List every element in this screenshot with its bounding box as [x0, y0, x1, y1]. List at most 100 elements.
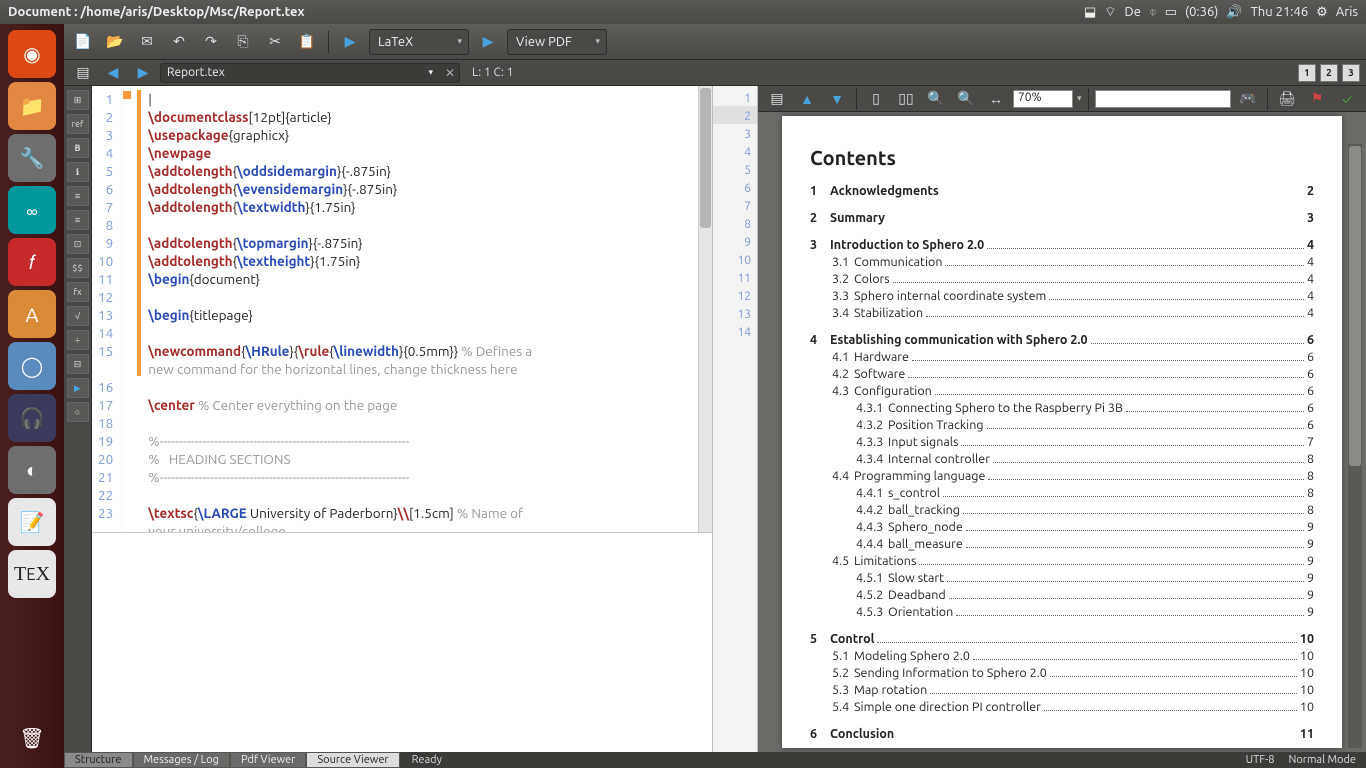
status-encoding: UTF-8 [1246, 754, 1275, 766]
status-mode: Normal Mode [1288, 754, 1356, 766]
redo-icon[interactable]: ↷ [198, 29, 224, 55]
sidebar-btn[interactable]: $$ [67, 258, 89, 278]
window-title: Document : /home/aris/Desktop/Msc/Report… [8, 5, 305, 19]
zoom-input[interactable]: 70% [1013, 90, 1073, 108]
bluetooth-icon[interactable]: ⌽ [1149, 5, 1157, 20]
pdf-page: Contents 1Acknowledgments22Summary33Intr… [782, 116, 1342, 748]
view-icon[interactable]: ▶ [475, 29, 501, 55]
system-tray: ⬓ ⌔ De ⌽ ▭ (0:36) 🔊 Thu 21:46 ⚙ Aris [1084, 4, 1358, 20]
battery-icon[interactable]: ▭ [1165, 5, 1177, 20]
paste-icon[interactable]: 📋 [294, 29, 320, 55]
settings-app-icon[interactable]: 🔧 [8, 134, 56, 182]
pdf-toolbar: ▤ ▲ ▼ ▯ ▯▯ 🔍 🔍 ↔ 70% ▾ 🎮 🖨 ⚑ ✓ [758, 86, 1366, 112]
software-icon[interactable]: A [8, 290, 56, 338]
editor-pane: 123456789101112131415 1617181920212223 |… [92, 86, 712, 752]
sidebar-btn[interactable]: ℹ [67, 162, 89, 182]
bookmark-1[interactable]: 1 [1298, 64, 1316, 82]
open-file-icon[interactable]: 📂 [102, 29, 128, 55]
arduino-icon[interactable]: ∞ [8, 186, 56, 234]
pdf-gamepad-icon[interactable]: 🎮 [1235, 86, 1261, 112]
copy-icon[interactable]: ⎘ [230, 29, 256, 55]
pdf-scrollbar[interactable] [1348, 144, 1362, 748]
code-editor[interactable]: | \documentclass[12pt]{article} \usepack… [142, 86, 698, 532]
sidebar-btn[interactable]: √ [67, 306, 89, 326]
pdf-fit-icon[interactable]: ↔ [983, 86, 1009, 112]
close-tab-icon[interactable]: ✕ [445, 66, 455, 80]
symbol-sidebar: ⊞ ref B ℹ ≡ ≡ ⊡ $$ fx √ ÷ ⊟ ▶ ○ [64, 86, 92, 752]
sidebar-btn[interactable]: ref [67, 114, 89, 134]
volume-icon[interactable]: 🔊 [1226, 5, 1242, 20]
main-toolbar: 📄 📂 ✉ ↶ ↷ ⎘ ✂ 📋 ▶ LaTeX ▶ View PDF [64, 24, 1366, 60]
clock[interactable]: Thu 21:46 [1251, 5, 1309, 19]
wifi-icon[interactable]: ⌔ [1104, 4, 1116, 20]
file-tab[interactable]: Report.tex ▾ ✕ [160, 63, 460, 83]
pdf-double-icon[interactable]: ▯▯ [893, 86, 919, 112]
pdf-down-icon[interactable]: ▼ [824, 86, 850, 112]
sidebar-btn[interactable]: ⊟ [67, 354, 89, 374]
texstudio-icon[interactable]: TEX [8, 550, 56, 598]
pdf-zoomin-icon[interactable]: 🔍 [953, 86, 979, 112]
status-bar: Structure Messages / Log Pdf Viewer Sour… [64, 752, 1366, 768]
undo-icon[interactable]: ↶ [166, 29, 192, 55]
trash-icon[interactable]: 🗑 [8, 714, 56, 762]
status-message: Ready [412, 754, 442, 766]
keyboard-layout[interactable]: De [1125, 5, 1141, 19]
dash-icon[interactable]: ◉ [8, 30, 56, 78]
dropbox-icon[interactable]: ⬓ [1084, 5, 1096, 20]
sidebar-btn[interactable]: ▶ [67, 378, 89, 398]
status-tab-pdfviewer[interactable]: Pdf Viewer [230, 752, 306, 768]
build-dropdown[interactable]: LaTeX [369, 29, 469, 55]
fritzing-icon[interactable]: 𝑓 [8, 238, 56, 286]
disk-icon[interactable]: ◐ [8, 446, 56, 494]
log-view[interactable] [92, 532, 712, 752]
chromium-icon[interactable]: ◯ [8, 342, 56, 390]
build-icon[interactable]: ▶ [337, 29, 363, 55]
bookmark-3[interactable]: 3 [1342, 64, 1360, 82]
pdf-toc-icon[interactable]: ▤ [764, 86, 790, 112]
pdf-pane: ▤ ▲ ▼ ▯ ▯▯ 🔍 🔍 ↔ 70% ▾ 🎮 🖨 ⚑ ✓ [758, 86, 1366, 752]
files-icon[interactable]: 📁 [8, 82, 56, 130]
cursor-position: L: 1 C: 1 [472, 66, 513, 79]
sidebar-btn[interactable]: fx [67, 282, 89, 302]
sidebar-btn[interactable]: B [67, 138, 89, 158]
pdf-single-icon[interactable]: ▯ [863, 86, 889, 112]
file-tab-label: Report.tex [167, 66, 225, 79]
pdf-viewport[interactable]: Contents 1Acknowledgments22Summary33Intr… [758, 112, 1366, 752]
tab-list-icon[interactable]: ▤ [70, 60, 96, 86]
pdf-up-icon[interactable]: ▲ [794, 86, 820, 112]
audacity-icon[interactable]: 🎧 [8, 394, 56, 442]
tab-prev-icon[interactable]: ◀ [100, 60, 126, 86]
sidebar-btn[interactable]: ⊞ [67, 90, 89, 110]
status-tab-messages[interactable]: Messages / Log [133, 752, 230, 768]
sidebar-btn[interactable]: ÷ [67, 330, 89, 350]
view-dropdown[interactable]: View PDF [507, 29, 607, 55]
sidebar-btn[interactable]: ≡ [67, 186, 89, 206]
fold-gutter [122, 86, 136, 532]
pdf-print-icon[interactable]: 🖨 [1274, 86, 1300, 112]
pdf-flag-icon[interactable]: ⚑ [1304, 86, 1330, 112]
unity-launcher: ◉ 📁 🔧 ∞ 𝑓 A ◯ 🎧 ◐ 📝 TEX 🗑 [0, 24, 64, 768]
sidebar-btn[interactable]: ≡ [67, 210, 89, 230]
sidebar-btn[interactable]: ○ [67, 402, 89, 422]
new-file-icon[interactable]: 📄 [70, 29, 96, 55]
pdf-search-input[interactable] [1095, 90, 1231, 108]
settings-icon[interactable]: ⚙ [1316, 5, 1328, 20]
minimap: 1234567891011121314 [712, 86, 758, 752]
sidebar-btn[interactable]: ⊡ [67, 234, 89, 254]
toc-title: Contents [810, 146, 1314, 169]
gedit-icon[interactable]: 📝 [8, 498, 56, 546]
titlebar: Document : /home/aris/Desktop/Msc/Report… [0, 0, 1366, 24]
tab-toolbar: ▤ ◀ ▶ Report.tex ▾ ✕ L: 1 C: 1 1 2 3 [64, 60, 1366, 86]
status-tab-sourceviewer[interactable]: Source Viewer [306, 752, 399, 768]
pdf-check-icon[interactable]: ✓ [1334, 86, 1360, 112]
cut-icon[interactable]: ✂ [262, 29, 288, 55]
line-numbers: 123456789101112131415 1617181920212223 [92, 86, 122, 532]
editor-scrollbar[interactable] [698, 86, 712, 532]
tab-next-icon[interactable]: ▶ [130, 60, 156, 86]
save-icon[interactable]: ✉ [134, 29, 160, 55]
user-name[interactable]: Aris [1336, 5, 1358, 19]
bookmark-2[interactable]: 2 [1320, 64, 1338, 82]
battery-text: (0:36) [1185, 5, 1218, 19]
pdf-zoomout-icon[interactable]: 🔍 [923, 86, 949, 112]
status-tab-structure[interactable]: Structure [64, 752, 133, 768]
